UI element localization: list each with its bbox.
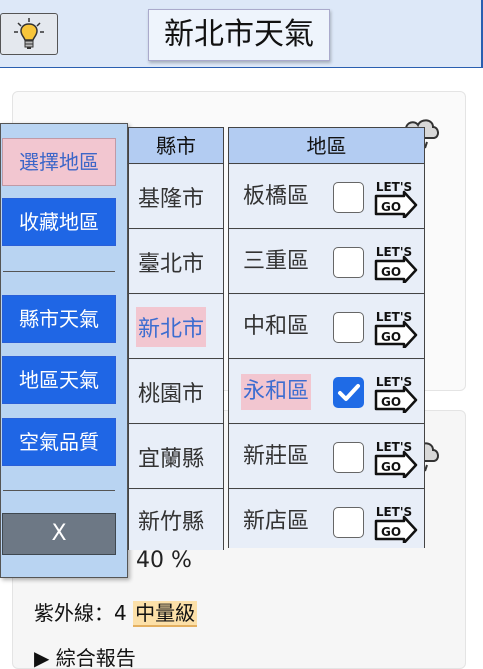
menu-divider (3, 490, 115, 491)
district-row[interactable]: 板橋區 LET'S GO (229, 165, 424, 229)
district-label: 三重區 (243, 249, 310, 274)
favorite-checkbox[interactable] (333, 507, 364, 538)
city-label: 新竹縣 (138, 510, 205, 535)
lets-go-icon[interactable]: LET'S GO (374, 243, 418, 283)
menu-favorites-button[interactable]: 收藏地區 (2, 198, 116, 246)
city-list: 縣市 基隆市 臺北市 新北市 桃園市 宜蘭縣 新竹縣 (128, 127, 224, 550)
favorite-checkbox[interactable] (333, 377, 364, 408)
close-menu-button[interactable]: X (2, 513, 116, 555)
city-label: 桃園市 (138, 381, 205, 407)
lets-go-icon[interactable]: LET'S GO (374, 178, 418, 218)
favorite-checkbox[interactable] (333, 247, 364, 278)
menu-select-region-button[interactable]: 選擇地區 (2, 138, 116, 186)
city-item-taoyuan[interactable]: 桃園市 (129, 360, 223, 424)
city-item-taipei[interactable]: 臺北市 (129, 230, 223, 294)
svg-text:GO: GO (381, 330, 401, 344)
favorite-checkbox[interactable] (333, 312, 364, 343)
menu-divider (3, 271, 115, 272)
district-list-header: 地區 (229, 128, 424, 164)
city-label: 新北市 (136, 306, 207, 347)
city-item-keelung[interactable]: 基隆市 (129, 165, 223, 229)
svg-text:LET'S: LET'S (376, 180, 412, 194)
svg-text:GO: GO (381, 265, 401, 279)
district-row[interactable]: 新店區 LET'S GO (229, 490, 424, 548)
district-label: 新店區 (243, 509, 310, 534)
app-header: 新北市天氣 (0, 0, 483, 68)
uv-row: 紫外線：4 中量級 (34, 597, 198, 627)
lets-go-icon[interactable]: LET'S GO (374, 438, 418, 478)
svg-text:LET'S: LET'S (376, 440, 412, 454)
district-row[interactable]: 三重區 LET'S GO (229, 230, 424, 294)
menu-air-quality-button[interactable]: 空氣品質 (2, 418, 116, 466)
city-item-hsinchu-county[interactable]: 新竹縣 (129, 490, 223, 550)
city-item-yilan[interactable]: 宜蘭縣 (129, 425, 223, 489)
report-toggle[interactable]: ▶ 綜合報告 (34, 642, 136, 669)
svg-text:GO: GO (381, 525, 401, 539)
district-label: 板橋區 (243, 184, 310, 209)
svg-text:GO: GO (381, 200, 401, 214)
city-item-new-taipei[interactable]: 新北市 (129, 295, 223, 359)
lets-go-icon[interactable]: LET'S GO (374, 308, 418, 348)
svg-text:LET'S: LET'S (376, 310, 412, 324)
page-title: 新北市天氣 (148, 9, 330, 61)
district-label: 永和區 (241, 374, 312, 410)
district-row[interactable]: 永和區 LET'S GO (229, 360, 424, 424)
lets-go-icon[interactable]: LET'S GO (374, 373, 418, 413)
city-list-header: 縣市 (129, 128, 223, 164)
menu-city-weather-button[interactable]: 縣市天氣 (2, 295, 116, 343)
favorite-checkbox[interactable] (333, 182, 364, 213)
svg-text:LET'S: LET'S (376, 505, 412, 519)
svg-text:GO: GO (381, 395, 401, 409)
district-list: 地區 板橋區 LET'S GO 三重區 LET'S GO 中和區 LET'S GO 永和區 LET'… (228, 127, 425, 548)
checkmark-icon (338, 384, 360, 401)
svg-text:LET'S: LET'S (376, 375, 412, 389)
district-row[interactable]: 新莊區 LET'S GO (229, 425, 424, 489)
lets-go-icon[interactable]: LET'S GO (374, 503, 418, 543)
svg-text:LET'S: LET'S (376, 245, 412, 259)
city-label: 基隆市 (138, 186, 205, 212)
district-row[interactable]: 中和區 LET'S GO (229, 295, 424, 359)
svg-text:GO: GO (381, 460, 401, 474)
menu-district-weather-button[interactable]: 地區天氣 (2, 356, 116, 404)
uv-label: 紫外線：4 (34, 601, 127, 625)
side-menu: 選擇地區 收藏地區 縣市天氣 地區天氣 空氣品質 X (0, 123, 128, 578)
district-label: 中和區 (243, 314, 310, 339)
lightbulb-button[interactable] (0, 13, 58, 55)
city-label: 宜蘭縣 (138, 446, 205, 472)
humidity-value: 40 % (136, 548, 192, 573)
uv-level-badge: 中量級 (133, 601, 198, 627)
district-label: 新莊區 (243, 444, 310, 469)
city-label: 臺北市 (138, 251, 205, 277)
favorite-checkbox[interactable] (333, 442, 364, 473)
lightbulb-icon (14, 18, 44, 49)
